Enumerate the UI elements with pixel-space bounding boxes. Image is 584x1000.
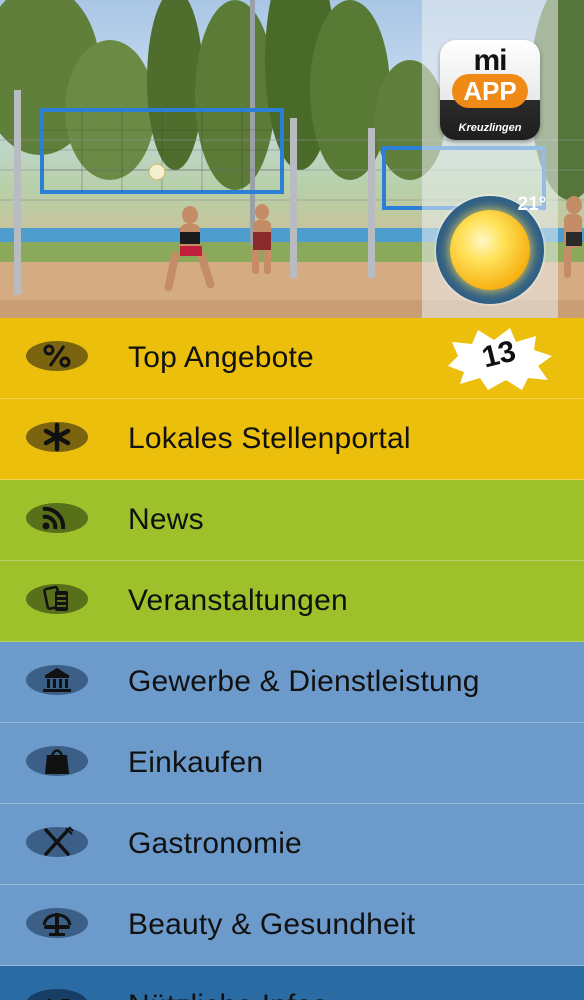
menu-item-news[interactable]: News xyxy=(0,480,584,561)
menu-item-label: Veranstaltungen xyxy=(128,584,348,617)
menu-item-nuetzliche-infos[interactable]: A-Z Nützliche Infos xyxy=(0,966,584,1000)
menu-item-label: Gastronomie xyxy=(128,827,302,860)
menu-item-label: Nützliche Infos xyxy=(128,966,328,1000)
az-icon: A-Z xyxy=(26,988,88,1000)
logo-city-name: Kreuzlingen xyxy=(458,122,522,134)
main-menu: Top Angebote 13 Lokales Stellenportal Ne… xyxy=(0,318,584,1000)
app-screen: mi APP Kreuzlingen 21° Top Angebote 13 L… xyxy=(0,0,584,1000)
menu-item-label: Beauty & Gesundheit xyxy=(128,908,416,941)
menu-item-label: Top Angebote xyxy=(128,341,314,374)
menu-item-stellenportal[interactable]: Lokales Stellenportal xyxy=(0,399,584,480)
menu-item-label: Lokales Stellenportal xyxy=(128,422,411,455)
sun-icon xyxy=(450,210,530,290)
menu-item-label: News xyxy=(128,503,204,536)
tickets-icon xyxy=(26,583,88,615)
shopping-bag-icon xyxy=(26,745,88,777)
fountain-icon xyxy=(26,907,88,939)
menu-item-label: Gewerbe & Dienstleistung xyxy=(128,665,480,698)
app-logo[interactable]: mi APP Kreuzlingen xyxy=(440,40,540,140)
menu-item-beauty[interactable]: Beauty & Gesundheit xyxy=(0,885,584,966)
temperature-label: 21° xyxy=(517,194,547,215)
hero-banner: mi APP Kreuzlingen 21° xyxy=(0,0,584,318)
menu-item-gastronomie[interactable]: Gastronomie xyxy=(0,804,584,885)
menu-item-einkaufen[interactable]: Einkaufen xyxy=(0,723,584,804)
menu-item-veranstaltungen[interactable]: Veranstaltungen xyxy=(0,561,584,642)
logo-mi-text: mi xyxy=(473,44,507,77)
menu-item-label: Einkaufen xyxy=(128,746,264,779)
menu-item-top-angebote[interactable]: Top Angebote 13 xyxy=(0,318,584,399)
building-icon xyxy=(26,664,88,696)
logo-app-badge: APP xyxy=(452,74,528,108)
rss-icon xyxy=(26,502,88,534)
asterisk-icon xyxy=(26,421,88,453)
menu-item-gewerbe[interactable]: Gewerbe & Dienstleistung xyxy=(0,642,584,723)
percent-icon xyxy=(26,340,88,372)
cutlery-icon xyxy=(26,826,88,858)
